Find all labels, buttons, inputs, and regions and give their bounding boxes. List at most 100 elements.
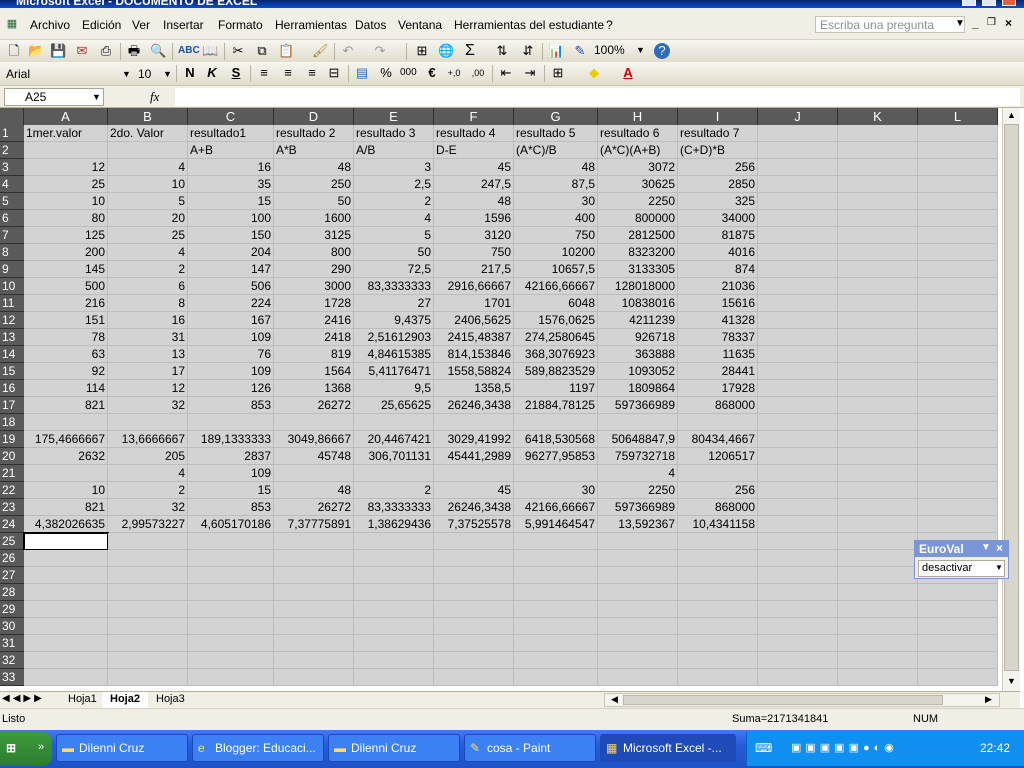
- cell[interactable]: 247,5: [434, 176, 514, 193]
- cell[interactable]: 78337: [678, 329, 758, 346]
- cell[interactable]: 217,5: [434, 261, 514, 278]
- cell[interactable]: 1576,0625: [514, 312, 598, 329]
- row-header[interactable]: 27: [0, 567, 24, 584]
- cell[interactable]: 4211239: [598, 312, 678, 329]
- cell[interactable]: [838, 329, 918, 346]
- cell[interactable]: 63: [24, 346, 108, 363]
- row-header[interactable]: 31: [0, 635, 24, 652]
- cell[interactable]: [918, 431, 998, 448]
- cell[interactable]: 175,4666667: [24, 431, 108, 448]
- cell[interactable]: 87,5: [514, 176, 598, 193]
- cell[interactable]: [838, 278, 918, 295]
- cell[interactable]: 6418,530568: [514, 431, 598, 448]
- cell[interactable]: [918, 142, 998, 159]
- cell[interactable]: 5: [108, 193, 188, 210]
- row-header[interactable]: 29: [0, 601, 24, 618]
- sheet-tab[interactable]: Hoja1: [60, 692, 105, 708]
- scroll-up-icon[interactable]: ▲: [1007, 110, 1016, 120]
- cell[interactable]: [24, 669, 108, 686]
- cell[interactable]: [758, 669, 838, 686]
- cell[interactable]: [918, 329, 998, 346]
- cell[interactable]: [274, 618, 354, 635]
- cell[interactable]: 205: [108, 448, 188, 465]
- row-header[interactable]: 10: [0, 278, 24, 295]
- row-header[interactable]: 21: [0, 465, 24, 482]
- cell[interactable]: 5,41176471: [354, 363, 434, 380]
- cell[interactable]: [188, 550, 274, 567]
- cell[interactable]: 10: [108, 176, 188, 193]
- cell[interactable]: 42166,66667: [514, 499, 598, 516]
- cell[interactable]: [514, 533, 598, 550]
- percent-button[interactable]: %: [378, 65, 394, 81]
- doc-minimize-icon[interactable]: _: [972, 16, 979, 30]
- cell[interactable]: [758, 312, 838, 329]
- cell[interactable]: 853: [188, 499, 274, 516]
- cell[interactable]: 4: [108, 244, 188, 261]
- cell[interactable]: [918, 278, 998, 295]
- format-painter-icon[interactable]: 🖌: [312, 43, 329, 59]
- cell[interactable]: [918, 363, 998, 380]
- cell[interactable]: [434, 635, 514, 652]
- cell[interactable]: 30: [514, 193, 598, 210]
- cell[interactable]: 1368: [274, 380, 354, 397]
- row-header[interactable]: 18: [0, 414, 24, 431]
- cell[interactable]: 76: [188, 346, 274, 363]
- cell[interactable]: [434, 652, 514, 669]
- cell[interactable]: 20: [108, 210, 188, 227]
- cell[interactable]: [838, 499, 918, 516]
- cell[interactable]: 2,5: [354, 176, 434, 193]
- cell[interactable]: 1701: [434, 295, 514, 312]
- cell[interactable]: 9,4375: [354, 312, 434, 329]
- keyboard-icon[interactable]: ⌨: [755, 741, 772, 755]
- cell[interactable]: [678, 618, 758, 635]
- cell[interactable]: 2632: [24, 448, 108, 465]
- cell[interactable]: 2,51612903: [354, 329, 434, 346]
- cell[interactable]: [918, 312, 998, 329]
- cell[interactable]: 109: [188, 465, 274, 482]
- cell[interactable]: [274, 550, 354, 567]
- cell[interactable]: 12: [108, 380, 188, 397]
- cell[interactable]: 256: [678, 482, 758, 499]
- cell[interactable]: [108, 635, 188, 652]
- cell[interactable]: 506: [188, 278, 274, 295]
- cell[interactable]: [188, 618, 274, 635]
- cell[interactable]: 400: [514, 210, 598, 227]
- borders-icon[interactable]: ⊞: [550, 65, 566, 81]
- merge-center-icon[interactable]: ⊟: [326, 65, 342, 81]
- cell[interactable]: [838, 363, 918, 380]
- cell[interactable]: [758, 448, 838, 465]
- cell[interactable]: A+B: [188, 142, 274, 159]
- cell[interactable]: [918, 244, 998, 261]
- cell[interactable]: [598, 550, 678, 567]
- cell[interactable]: 32: [108, 499, 188, 516]
- help-icon[interactable]: ?: [654, 43, 670, 59]
- cell[interactable]: [598, 567, 678, 584]
- cell[interactable]: [758, 295, 838, 312]
- cell[interactable]: [514, 601, 598, 618]
- cell[interactable]: 853: [188, 397, 274, 414]
- cell[interactable]: [188, 584, 274, 601]
- cell[interactable]: [758, 125, 838, 142]
- row-header[interactable]: 14: [0, 346, 24, 363]
- cell[interactable]: [354, 601, 434, 618]
- cell[interactable]: [24, 465, 108, 482]
- cell[interactable]: 2406,5625: [434, 312, 514, 329]
- menu-9[interactable]: ?: [606, 18, 613, 32]
- cell[interactable]: [838, 618, 918, 635]
- row-header[interactable]: 28: [0, 584, 24, 601]
- cell[interactable]: 7,37525578: [434, 516, 514, 533]
- cell[interactable]: 72,5: [354, 261, 434, 278]
- thousands-button[interactable]: 000: [400, 65, 417, 81]
- fill-color-icon[interactable]: ◆: [586, 65, 602, 81]
- open-folder-icon[interactable]: 📂: [28, 43, 44, 59]
- row-header[interactable]: 25: [0, 533, 24, 550]
- cell[interactable]: resultado 2: [274, 125, 354, 142]
- cell[interactable]: 100: [188, 210, 274, 227]
- cell[interactable]: resultado 4: [434, 125, 514, 142]
- scroll-right-icon[interactable]: ▶: [985, 694, 992, 705]
- cell[interactable]: [434, 465, 514, 482]
- cell[interactable]: 306,701131: [354, 448, 434, 465]
- cell[interactable]: [838, 533, 918, 550]
- cell[interactable]: 26246,3438: [434, 397, 514, 414]
- increase-decimal-icon[interactable]: +,0: [446, 65, 462, 81]
